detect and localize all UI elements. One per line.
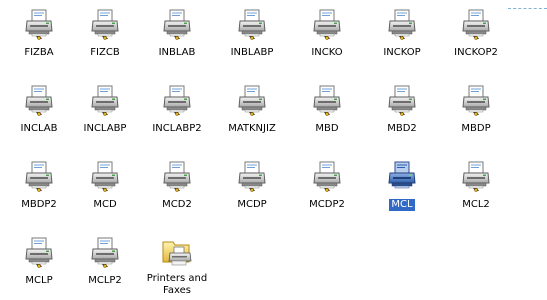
printer-icon xyxy=(23,160,55,192)
item-label: MCDP2 xyxy=(309,199,345,210)
item-label: MATKNJIZ xyxy=(228,123,276,134)
printer-icon xyxy=(236,160,268,192)
printer-item-fizcb[interactable]: FIZCB xyxy=(75,8,135,68)
printer-item-incko[interactable]: INCKO xyxy=(297,8,357,68)
printer-item-matknjiz[interactable]: MATKNJIZ xyxy=(222,84,282,144)
printer-item-inblab[interactable]: INBLAB xyxy=(147,8,207,68)
printer-item-mbd2[interactable]: MBD2 xyxy=(372,84,432,144)
printer-icon xyxy=(89,236,121,268)
printer-item-mbd[interactable]: MBD xyxy=(297,84,357,144)
printer-item-mclp2[interactable]: MCLP2 xyxy=(75,236,135,296)
printers-and-faxes-item[interactable]: Printers and Faxes xyxy=(147,236,207,296)
item-label: MCDP xyxy=(237,199,267,210)
printer-item-mcdp2[interactable]: MCDP2 xyxy=(297,160,357,220)
item-label: INBLABP xyxy=(230,47,274,58)
printer-item-inckop[interactable]: INCKOP xyxy=(372,8,432,68)
item-label: INCLABP2 xyxy=(152,123,202,134)
printer-item-mcdp[interactable]: MCDP xyxy=(222,160,282,220)
printer-item-fizba[interactable]: FIZBA xyxy=(9,8,69,68)
item-label: MCD xyxy=(93,199,117,210)
printer-icon xyxy=(23,236,55,268)
item-label: MBD xyxy=(315,123,339,134)
printer-icon xyxy=(23,8,55,40)
item-label: MCL2 xyxy=(462,199,490,210)
printer-icon xyxy=(311,160,343,192)
item-label: MCLP xyxy=(25,275,53,286)
printer-icon xyxy=(460,8,492,40)
printer-icon xyxy=(460,160,492,192)
printer-icon xyxy=(89,160,121,192)
focus-dashed-line xyxy=(508,8,547,9)
printers-and-faxes-folder-icon xyxy=(161,236,193,268)
printer-icon xyxy=(386,84,418,116)
printer-item-mcl2[interactable]: MCL2 xyxy=(446,160,506,220)
item-label: INCKOP xyxy=(383,47,421,58)
item-label: Printers and Faxes xyxy=(146,273,208,296)
printer-item-mcd2[interactable]: MCD2 xyxy=(147,160,207,220)
item-label: FIZCB xyxy=(90,47,120,58)
printer-item-mcl[interactable]: MCL xyxy=(372,160,432,220)
printer-icon-selected xyxy=(386,160,418,192)
printer-item-inclab[interactable]: INCLAB xyxy=(9,84,69,144)
printer-item-mbdp2[interactable]: MBDP2 xyxy=(9,160,69,220)
printer-item-mclp[interactable]: MCLP xyxy=(9,236,69,296)
printer-icon xyxy=(89,84,121,116)
item-label: FIZBA xyxy=(24,47,54,58)
printer-icon xyxy=(311,8,343,40)
printer-icon xyxy=(236,84,268,116)
item-label: MBD2 xyxy=(387,123,417,134)
printer-item-inclabp[interactable]: INCLABP xyxy=(75,84,135,144)
printer-icon xyxy=(161,160,193,192)
printer-item-inclabp2[interactable]: INCLABP2 xyxy=(147,84,207,144)
item-label: INCLABP xyxy=(83,123,127,134)
printer-item-inckop2[interactable]: INCKOP2 xyxy=(446,8,506,68)
printer-icon xyxy=(89,8,121,40)
printer-item-inblabp[interactable]: INBLABP xyxy=(222,8,282,68)
item-label: MBDP xyxy=(461,123,491,134)
item-label: MCL xyxy=(389,199,415,211)
printer-icon xyxy=(460,84,492,116)
printer-icon xyxy=(23,84,55,116)
item-label: MCLP2 xyxy=(88,275,122,286)
item-label: INCLAB xyxy=(20,123,58,134)
item-label: MBDP2 xyxy=(21,199,57,210)
item-label: INCKO xyxy=(311,47,343,58)
printer-item-mbdp[interactable]: MBDP xyxy=(446,84,506,144)
item-label: INCKOP2 xyxy=(454,47,498,58)
printer-icon xyxy=(161,84,193,116)
printer-item-mcd[interactable]: MCD xyxy=(75,160,135,220)
icon-view[interactable]: FIZBA FIZCB INBLAB INBLABP INCKO INCKOP xyxy=(0,0,547,300)
printer-icon xyxy=(386,8,418,40)
printer-icon xyxy=(236,8,268,40)
item-label: MCD2 xyxy=(162,199,192,210)
printer-icon xyxy=(161,8,193,40)
printer-icon xyxy=(311,84,343,116)
item-label: INBLAB xyxy=(158,47,196,58)
